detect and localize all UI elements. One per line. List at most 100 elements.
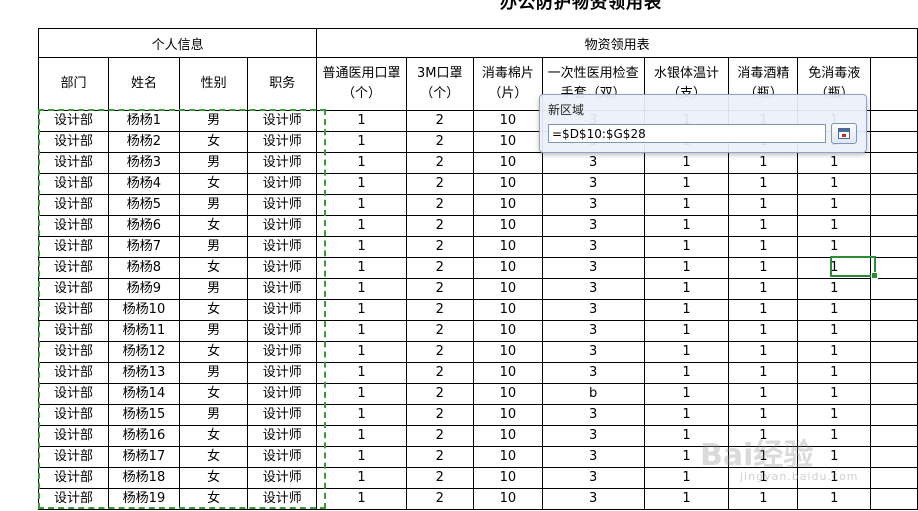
table-cell[interactable]: 2 — [405, 341, 474, 363]
table-cell[interactable]: 女 — [178, 425, 249, 447]
table-cell[interactable]: 设计部 — [38, 215, 109, 237]
table-cell[interactable]: 1 — [797, 194, 872, 216]
table-cell[interactable]: 1 — [643, 194, 730, 216]
table-cell[interactable]: 10 — [472, 173, 543, 195]
table-cell[interactable]: 3 — [541, 362, 645, 384]
table-cell[interactable]: 杨杨15 — [107, 404, 180, 426]
table-cell[interactable]: 10 — [472, 194, 543, 216]
column-header[interactable]: 普通医用口罩（个） — [316, 57, 407, 111]
table-cell[interactable]: 设计师 — [247, 236, 318, 258]
column-header[interactable]: 姓名 — [107, 57, 180, 111]
table-cell[interactable]: 1 — [643, 257, 730, 279]
table-cell[interactable]: 杨杨7 — [107, 236, 180, 258]
table-cell[interactable]: 设计师 — [247, 215, 318, 237]
table-cell[interactable]: 杨杨1 — [107, 110, 180, 132]
table-cell[interactable]: 杨杨16 — [107, 425, 180, 447]
table-cell[interactable]: 杨杨6 — [107, 215, 180, 237]
table-cell[interactable]: b — [541, 383, 645, 405]
empty-cell[interactable] — [870, 320, 918, 342]
table-cell[interactable]: 1 — [316, 173, 407, 195]
table-cell[interactable]: 女 — [178, 173, 249, 195]
table-cell[interactable]: 1 — [316, 131, 407, 153]
table-cell[interactable]: 杨杨9 — [107, 278, 180, 300]
table-cell[interactable]: 设计部 — [38, 383, 109, 405]
table-cell[interactable]: 设计师 — [247, 404, 318, 426]
table-cell[interactable]: 杨杨19 — [107, 488, 180, 510]
table-cell[interactable]: 1 — [728, 257, 799, 279]
table-cell[interactable]: 设计部 — [38, 110, 109, 132]
table-cell[interactable]: 杨杨17 — [107, 446, 180, 468]
table-cell[interactable]: 1 — [728, 194, 799, 216]
table-cell[interactable]: 设计部 — [38, 278, 109, 300]
table-cell[interactable]: 2 — [405, 446, 474, 468]
table-cell[interactable]: 1 — [316, 320, 407, 342]
table-cell[interactable]: 3 — [541, 236, 645, 258]
table-cell[interactable]: 杨杨2 — [107, 131, 180, 153]
table-cell[interactable]: 1 — [643, 236, 730, 258]
table-cell[interactable]: 1 — [316, 362, 407, 384]
table-cell[interactable]: 男 — [178, 194, 249, 216]
table-cell[interactable]: 1 — [316, 278, 407, 300]
table-cell[interactable]: 女 — [178, 257, 249, 279]
table-cell[interactable]: 1 — [728, 299, 799, 321]
table-cell[interactable]: 1 — [316, 425, 407, 447]
table-cell[interactable]: 设计师 — [247, 257, 318, 279]
table-cell[interactable]: 男 — [178, 152, 249, 174]
table-cell[interactable]: 女 — [178, 383, 249, 405]
table-cell[interactable]: 1 — [797, 383, 872, 405]
empty-cell[interactable] — [870, 404, 918, 426]
table-cell[interactable]: 2 — [405, 173, 474, 195]
table-cell[interactable]: 2 — [405, 110, 474, 132]
table-cell[interactable]: 女 — [178, 299, 249, 321]
table-cell[interactable]: 设计部 — [38, 236, 109, 258]
table-cell[interactable]: 3 — [541, 194, 645, 216]
column-header[interactable]: 性别 — [178, 57, 249, 111]
table-cell[interactable]: 设计部 — [38, 320, 109, 342]
table-cell[interactable]: 10 — [472, 404, 543, 426]
table-cell[interactable]: 1 — [316, 110, 407, 132]
table-cell[interactable]: 女 — [178, 446, 249, 468]
table-cell[interactable]: 10 — [472, 236, 543, 258]
table-cell[interactable]: 3 — [541, 446, 645, 468]
table-cell[interactable]: 1 — [728, 152, 799, 174]
table-cell[interactable]: 3 — [541, 257, 645, 279]
table-cell[interactable]: 男 — [178, 110, 249, 132]
table-cell[interactable]: 男 — [178, 404, 249, 426]
table-cell[interactable]: 设计师 — [247, 446, 318, 468]
table-cell[interactable]: 1 — [316, 299, 407, 321]
table-cell[interactable]: 1 — [797, 320, 872, 342]
table-cell[interactable]: 设计部 — [38, 194, 109, 216]
table-cell[interactable]: 2 — [405, 215, 474, 237]
empty-cell[interactable] — [870, 488, 918, 510]
table-cell[interactable]: 10 — [472, 467, 543, 489]
table-cell[interactable]: 1 — [316, 194, 407, 216]
table-cell[interactable]: 1 — [797, 257, 872, 279]
table-cell[interactable]: 杨杨12 — [107, 341, 180, 363]
table-cell[interactable]: 1 — [316, 341, 407, 363]
table-cell[interactable]: 杨杨14 — [107, 383, 180, 405]
table-cell[interactable]: 1 — [797, 404, 872, 426]
range-reference-input[interactable]: =$D$10:$G$28 — [548, 124, 826, 143]
table-cell[interactable]: 1 — [728, 362, 799, 384]
table-cell[interactable]: 男 — [178, 362, 249, 384]
empty-cell[interactable] — [870, 194, 918, 216]
column-header[interactable]: 3M口罩（个） — [405, 57, 474, 111]
collapse-dialog-button[interactable] — [831, 123, 857, 144]
table-cell[interactable]: 10 — [472, 215, 543, 237]
table-cell[interactable]: 3 — [541, 425, 645, 447]
table-cell[interactable]: 设计部 — [38, 404, 109, 426]
table-cell[interactable]: 10 — [472, 152, 543, 174]
table-cell[interactable]: 1 — [728, 341, 799, 363]
table-cell[interactable]: 1 — [728, 488, 799, 510]
table-cell[interactable]: 女 — [178, 467, 249, 489]
table-cell[interactable]: 2 — [405, 257, 474, 279]
table-cell[interactable]: 杨杨8 — [107, 257, 180, 279]
table-cell[interactable]: 2 — [405, 131, 474, 153]
table-cell[interactable]: 设计师 — [247, 488, 318, 510]
table-cell[interactable]: 女 — [178, 341, 249, 363]
table-cell[interactable]: 杨杨5 — [107, 194, 180, 216]
table-cell[interactable]: 设计师 — [247, 299, 318, 321]
column-header[interactable]: 职务 — [247, 57, 318, 111]
table-cell[interactable]: 1 — [316, 215, 407, 237]
table-cell[interactable]: 2 — [405, 152, 474, 174]
